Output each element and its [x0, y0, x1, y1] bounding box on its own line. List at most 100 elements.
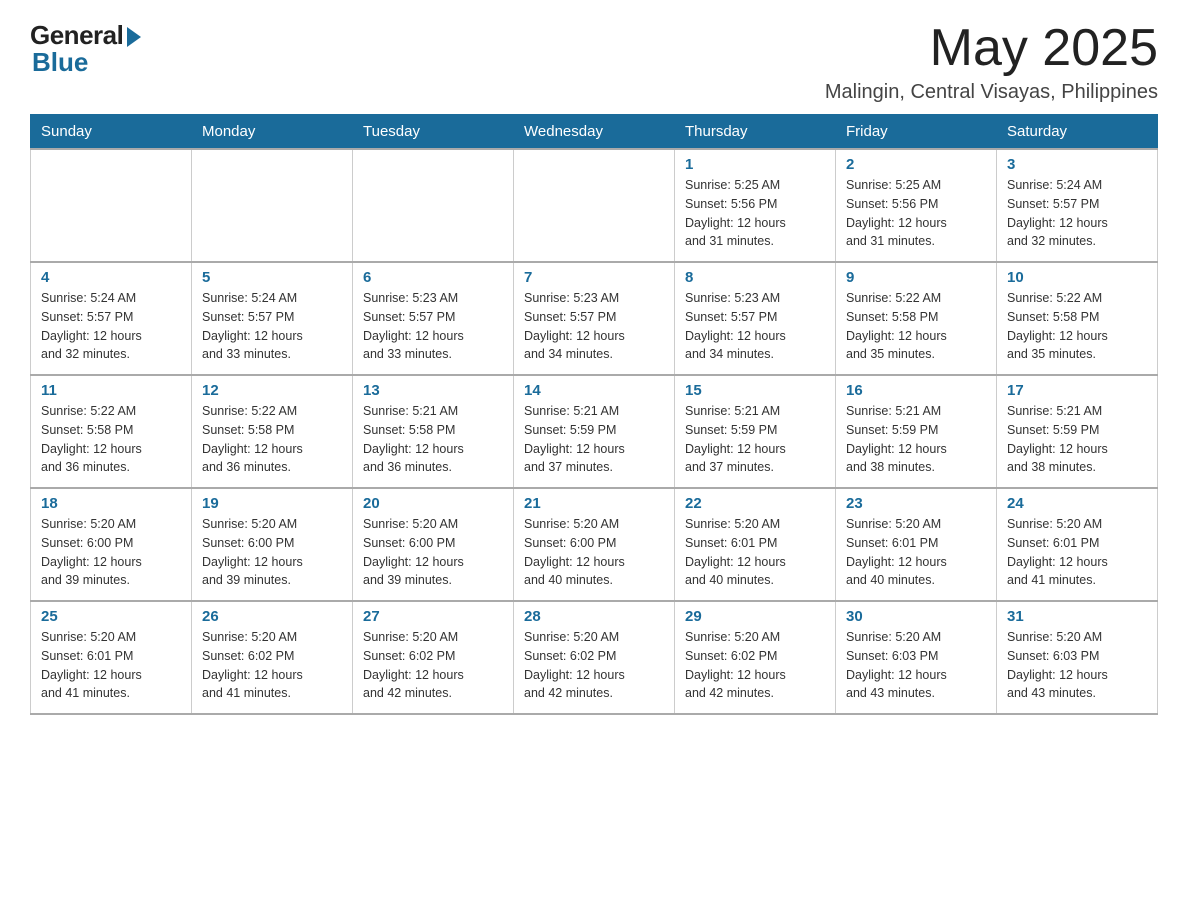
calendar-weekday-header: Thursday — [675, 115, 836, 150]
logo: General Blue — [30, 20, 141, 78]
day-number: 13 — [363, 382, 503, 399]
logo-blue-text: Blue — [32, 47, 88, 78]
day-number: 28 — [524, 608, 664, 625]
calendar-week-row: 18 Sunrise: 5:20 AMSunset: 6:00 PMDayligh… — [31, 488, 1158, 601]
calendar-day-cell: 10Sunrise: 5:22 AMSunset: 5:58 PMDayligh… — [997, 262, 1158, 375]
calendar-week-row: 25 Sunrise: 5:20 AMSunset: 6:01 PMDayligh… — [31, 601, 1158, 714]
day-info: Sunrise: 5:22 AMSunset: 5:58 PMDaylight:… — [41, 402, 181, 477]
calendar-day-cell: 2Sunrise: 5:25 AMSunset: 5:56 PMDaylight… — [836, 149, 997, 262]
day-number: 8 — [685, 269, 825, 286]
day-info: Sunrise: 5:23 AMSunset: 5:57 PMDaylight:… — [363, 289, 503, 364]
day-number: 21 — [524, 495, 664, 512]
day-info: Sunrise: 5:20 AMSunset: 6:01 PMDaylight:… — [1007, 515, 1147, 590]
calendar-day-cell: 16 Sunrise: 5:21 AMSunset: 5:59 PMDayligh… — [836, 375, 997, 488]
calendar-day-cell: 23 Sunrise: 5:20 AMSunset: 6:01 PMDayligh… — [836, 488, 997, 601]
calendar-day-cell: 15 Sunrise: 5:21 AMSunset: 5:59 PMDayligh… — [675, 375, 836, 488]
day-info: Sunrise: 5:20 AMSunset: 6:00 PMDaylight:… — [202, 515, 342, 590]
day-info: Sunrise: 5:20 AMSunset: 6:02 PMDaylight:… — [363, 628, 503, 703]
day-info: Sunrise: 5:20 AMSunset: 6:01 PMDaylight:… — [846, 515, 986, 590]
day-number: 29 — [685, 608, 825, 625]
day-info: Sunrise: 5:21 AMSunset: 5:59 PMDaylight:… — [846, 402, 986, 477]
day-info: Sunrise: 5:21 AMSunset: 5:58 PMDaylight:… — [363, 402, 503, 477]
location-title: Malingin, Central Visayas, Philippines — [825, 81, 1158, 104]
day-number: 16 — [846, 382, 986, 399]
day-info: Sunrise: 5:24 AMSunset: 5:57 PMDaylight:… — [41, 289, 181, 364]
day-number: 25 — [41, 608, 181, 625]
day-number: 6 — [363, 269, 503, 286]
calendar-weekday-header: Wednesday — [514, 115, 675, 150]
calendar-table: SundayMondayTuesdayWednesdayThursdayFrid… — [30, 114, 1158, 715]
day-info: Sunrise: 5:23 AMSunset: 5:57 PMDaylight:… — [685, 289, 825, 364]
day-number: 18 — [41, 495, 181, 512]
calendar-day-cell: 8 Sunrise: 5:23 AMSunset: 5:57 PMDaylight… — [675, 262, 836, 375]
day-info: Sunrise: 5:25 AMSunset: 5:56 PMDaylight:… — [685, 176, 825, 251]
calendar-day-cell: 12Sunrise: 5:22 AMSunset: 5:58 PMDayligh… — [192, 375, 353, 488]
day-number: 30 — [846, 608, 986, 625]
day-info: Sunrise: 5:20 AMSunset: 6:01 PMDaylight:… — [685, 515, 825, 590]
calendar-week-row: 1 Sunrise: 5:25 AMSunset: 5:56 PMDaylight… — [31, 149, 1158, 262]
calendar-weekday-header: Saturday — [997, 115, 1158, 150]
logo-arrow-icon — [127, 27, 141, 47]
day-info: Sunrise: 5:20 AMSunset: 6:01 PMDaylight:… — [41, 628, 181, 703]
calendar-day-cell: 4Sunrise: 5:24 AMSunset: 5:57 PMDaylight… — [31, 262, 192, 375]
day-info: Sunrise: 5:20 AMSunset: 6:02 PMDaylight:… — [524, 628, 664, 703]
day-info: Sunrise: 5:20 AMSunset: 6:00 PMDaylight:… — [363, 515, 503, 590]
calendar-day-cell: 1 Sunrise: 5:25 AMSunset: 5:56 PMDaylight… — [675, 149, 836, 262]
calendar-day-cell — [353, 149, 514, 262]
month-title: May 2025 — [825, 20, 1158, 77]
day-info: Sunrise: 5:20 AMSunset: 6:03 PMDaylight:… — [1007, 628, 1147, 703]
calendar-day-cell: 27 Sunrise: 5:20 AMSunset: 6:02 PMDayligh… — [353, 601, 514, 714]
calendar-day-cell: 24 Sunrise: 5:20 AMSunset: 6:01 PMDayligh… — [997, 488, 1158, 601]
calendar-day-cell: 7 Sunrise: 5:23 AMSunset: 5:57 PMDaylight… — [514, 262, 675, 375]
calendar-weekday-header: Friday — [836, 115, 997, 150]
day-number: 23 — [846, 495, 986, 512]
day-number: 22 — [685, 495, 825, 512]
day-info: Sunrise: 5:20 AMSunset: 6:00 PMDaylight:… — [41, 515, 181, 590]
calendar-day-cell: 28 Sunrise: 5:20 AMSunset: 6:02 PMDayligh… — [514, 601, 675, 714]
calendar-day-cell: 20 Sunrise: 5:20 AMSunset: 6:00 PMDayligh… — [353, 488, 514, 601]
title-section: May 2025 Malingin, Central Visayas, Phil… — [825, 20, 1158, 104]
calendar-header-row: SundayMondayTuesdayWednesdayThursdayFrid… — [31, 115, 1158, 150]
calendar-day-cell: 26Sunrise: 5:20 AMSunset: 6:02 PMDayligh… — [192, 601, 353, 714]
calendar-day-cell — [514, 149, 675, 262]
day-info: Sunrise: 5:22 AMSunset: 5:58 PMDaylight:… — [846, 289, 986, 364]
calendar-week-row: 11 Sunrise: 5:22 AMSunset: 5:58 PMDayligh… — [31, 375, 1158, 488]
day-number: 2 — [846, 156, 986, 173]
calendar-day-cell: 18 Sunrise: 5:20 AMSunset: 6:00 PMDayligh… — [31, 488, 192, 601]
day-number: 7 — [524, 269, 664, 286]
calendar-weekday-header: Monday — [192, 115, 353, 150]
day-number: 1 — [685, 156, 825, 173]
calendar-day-cell: 5 Sunrise: 5:24 AMSunset: 5:57 PMDaylight… — [192, 262, 353, 375]
calendar-day-cell: 13 Sunrise: 5:21 AMSunset: 5:58 PMDayligh… — [353, 375, 514, 488]
calendar-day-cell: 21 Sunrise: 5:20 AMSunset: 6:00 PMDayligh… — [514, 488, 675, 601]
day-number: 9 — [846, 269, 986, 286]
day-number: 10 — [1007, 269, 1147, 286]
day-number: 5 — [202, 269, 342, 286]
day-number: 15 — [685, 382, 825, 399]
calendar-day-cell — [192, 149, 353, 262]
day-number: 20 — [363, 495, 503, 512]
day-number: 19 — [202, 495, 342, 512]
day-number: 14 — [524, 382, 664, 399]
day-number: 17 — [1007, 382, 1147, 399]
day-info: Sunrise: 5:21 AMSunset: 5:59 PMDaylight:… — [1007, 402, 1147, 477]
day-info: Sunrise: 5:24 AMSunset: 5:57 PMDaylight:… — [1007, 176, 1147, 251]
day-info: Sunrise: 5:22 AMSunset: 5:58 PMDaylight:… — [202, 402, 342, 477]
calendar-day-cell: 6 Sunrise: 5:23 AMSunset: 5:57 PMDaylight… — [353, 262, 514, 375]
day-number: 26 — [202, 608, 342, 625]
day-info: Sunrise: 5:21 AMSunset: 5:59 PMDaylight:… — [685, 402, 825, 477]
calendar-day-cell: 29Sunrise: 5:20 AMSunset: 6:02 PMDayligh… — [675, 601, 836, 714]
day-info: Sunrise: 5:24 AMSunset: 5:57 PMDaylight:… — [202, 289, 342, 364]
calendar-day-cell: 30Sunrise: 5:20 AMSunset: 6:03 PMDayligh… — [836, 601, 997, 714]
day-info: Sunrise: 5:20 AMSunset: 6:00 PMDaylight:… — [524, 515, 664, 590]
calendar-week-row: 4Sunrise: 5:24 AMSunset: 5:57 PMDaylight… — [31, 262, 1158, 375]
calendar-day-cell: 3Sunrise: 5:24 AMSunset: 5:57 PMDaylight… — [997, 149, 1158, 262]
calendar-day-cell: 9 Sunrise: 5:22 AMSunset: 5:58 PMDaylight… — [836, 262, 997, 375]
day-number: 11 — [41, 382, 181, 399]
calendar-day-cell: 14 Sunrise: 5:21 AMSunset: 5:59 PMDayligh… — [514, 375, 675, 488]
day-number: 31 — [1007, 608, 1147, 625]
day-info: Sunrise: 5:23 AMSunset: 5:57 PMDaylight:… — [524, 289, 664, 364]
day-number: 24 — [1007, 495, 1147, 512]
day-info: Sunrise: 5:21 AMSunset: 5:59 PMDaylight:… — [524, 402, 664, 477]
day-number: 27 — [363, 608, 503, 625]
